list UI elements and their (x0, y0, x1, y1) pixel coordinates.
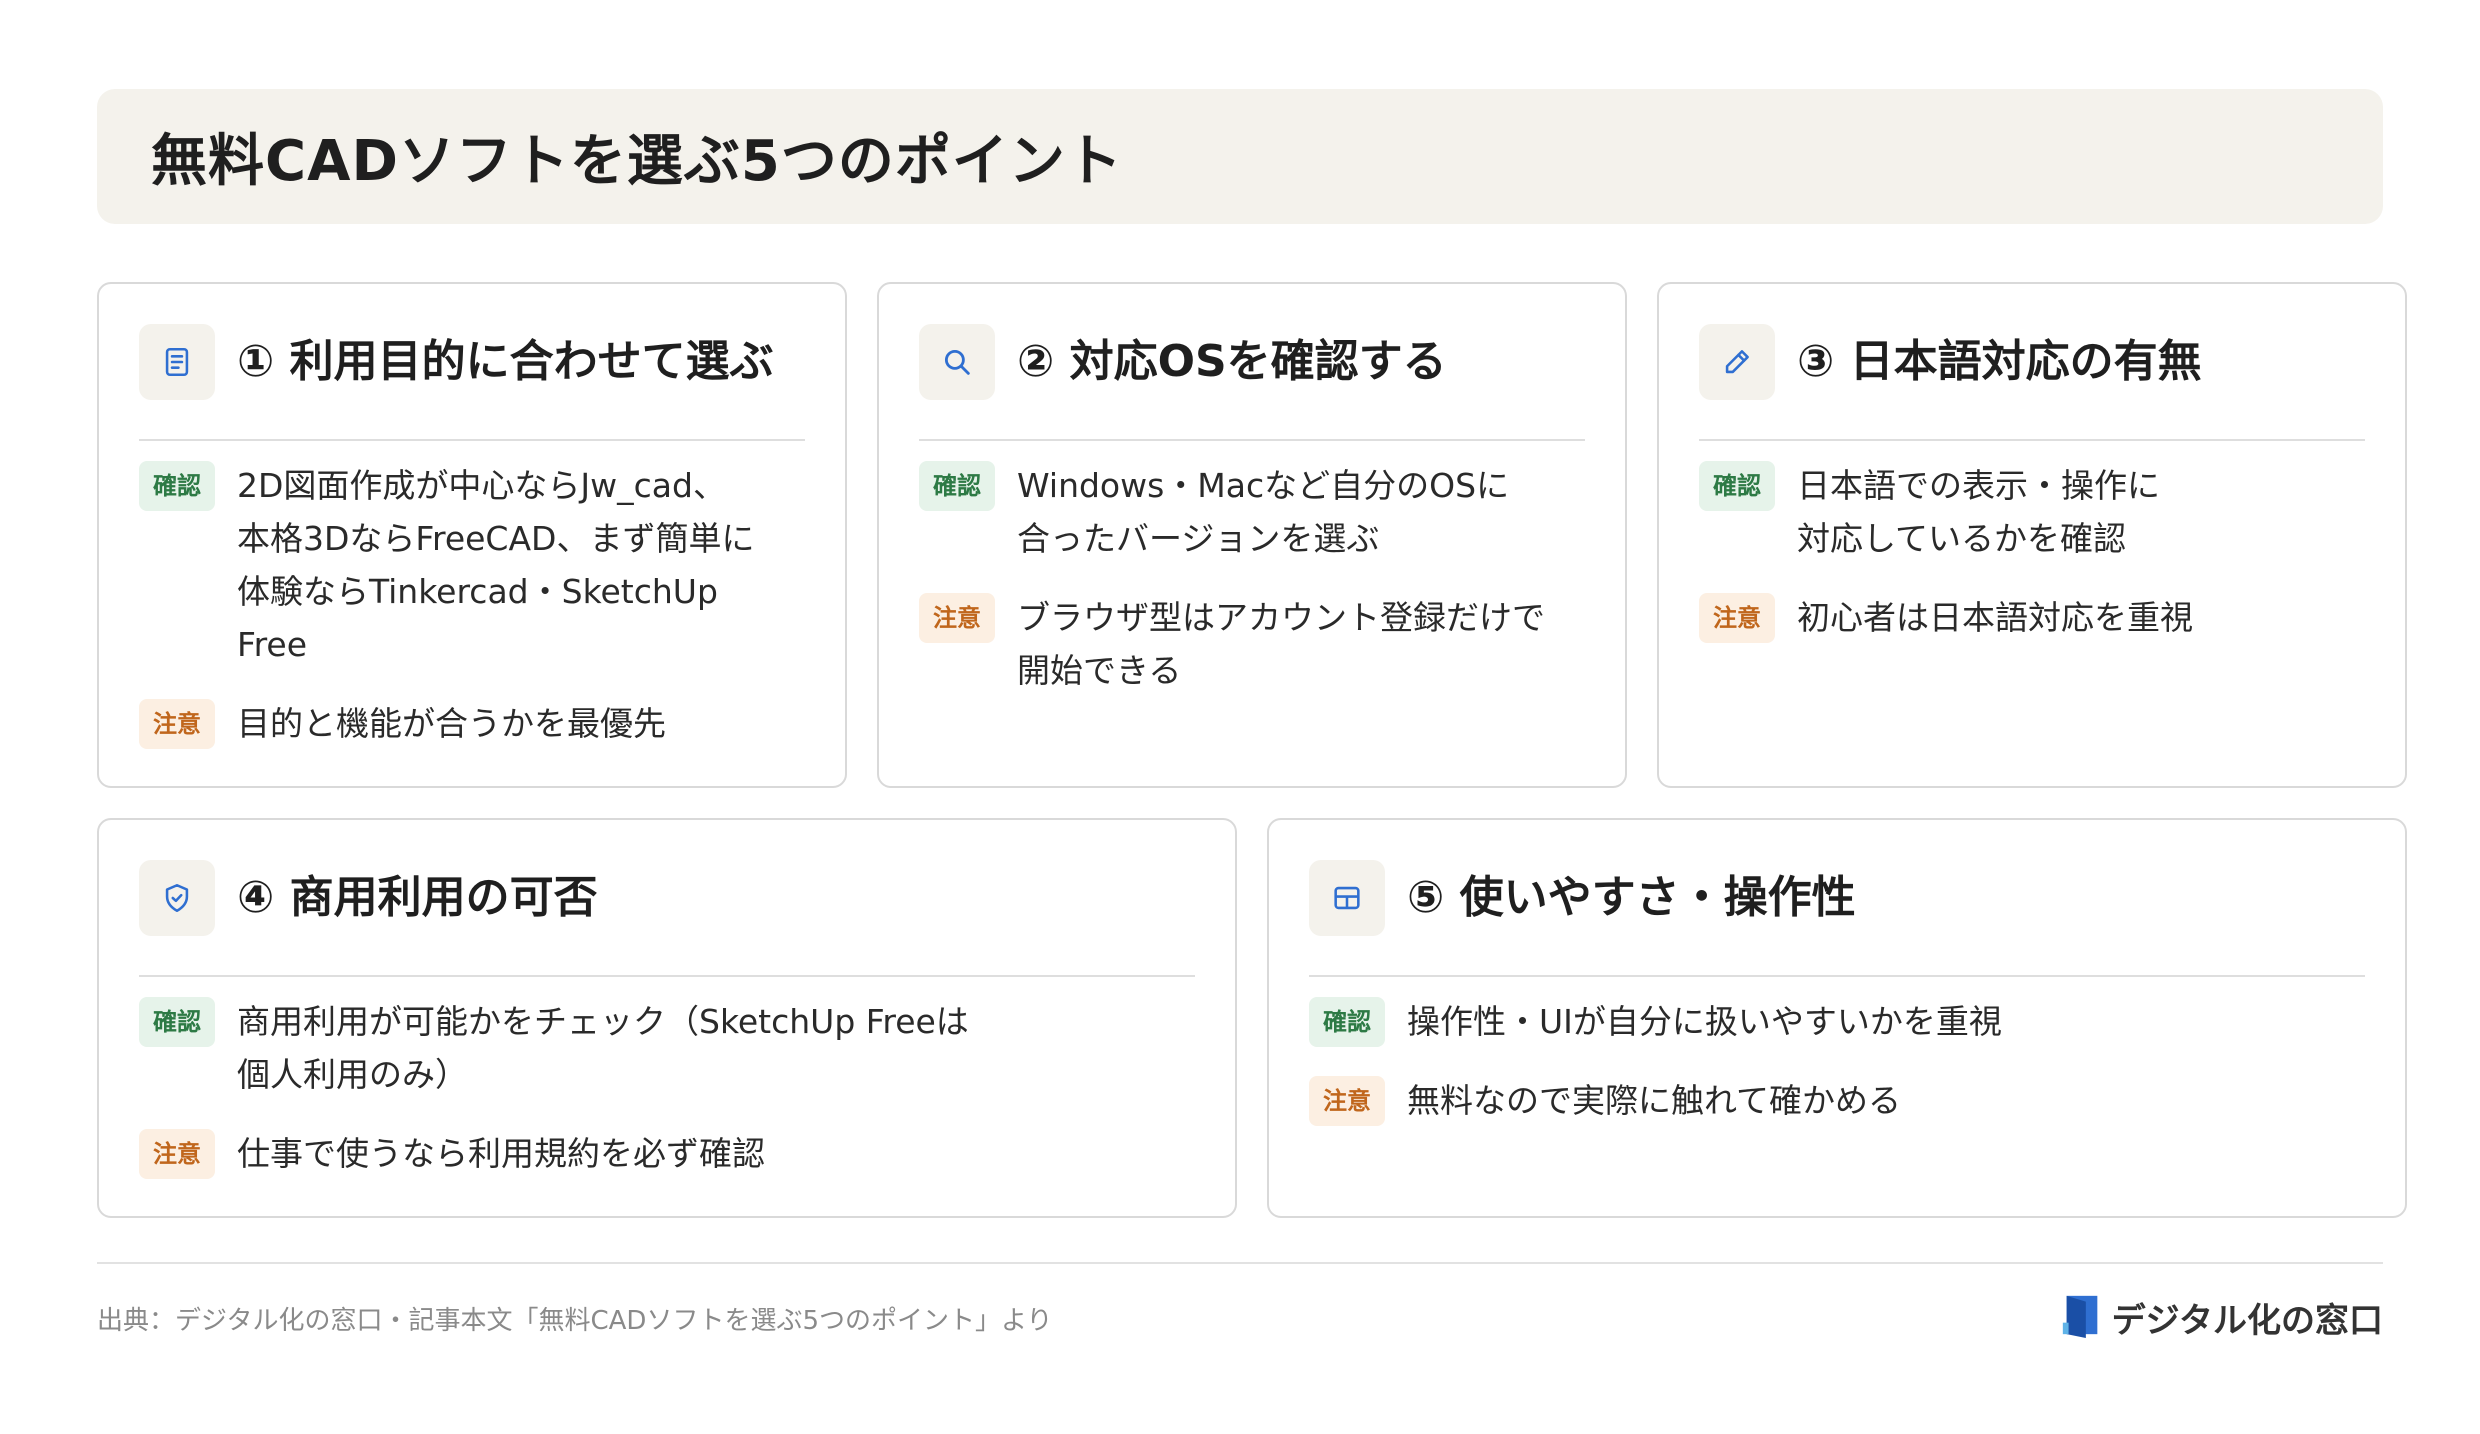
caution-text: 目的と機能が合うかを最優先 (237, 704, 666, 743)
point-card-purpose: ① 利用目的に合わせて選ぶ 確認 2D図面作成が中心ならJw_cad、 本格3D… (97, 282, 847, 788)
point-card-commercial: ④ 商用利用の可否 確認 商用利用が可能かをチェック（SketchUp Free… (97, 818, 1237, 1218)
confirm-badge: 確認 (139, 461, 215, 511)
confirm-row: 確認 Windows・Macなど自分のOSに 合ったバージョンを選ぶ (919, 459, 1595, 565)
caution-badge: 注意 (1309, 1076, 1385, 1126)
confirm-badge: 確認 (1309, 997, 1385, 1047)
confirm-text: 2D図面作成が中心ならJw_cad、 本格3DならFreeCAD、まず簡単に 体… (237, 466, 755, 664)
confirm-row: 確認 2D図面作成が中心ならJw_cad、 本格3DならFreeCAD、まず簡単… (139, 459, 815, 671)
caution-badge: 注意 (919, 593, 995, 643)
caution-row: 注意 仕事で使うなら利用規約を必ず確認 (139, 1127, 1205, 1180)
caution-badge: 注意 (139, 1129, 215, 1179)
confirm-text: 商用利用が可能かをチェック（SketchUp Freeは 個人利用のみ） (237, 1002, 969, 1094)
confirm-row: 確認 操作性・UIが自分に扱いやすいかを重視 (1309, 995, 2375, 1048)
confirm-badge: 確認 (919, 461, 995, 511)
card-header: ④ 商用利用の可否 (139, 860, 1195, 977)
caution-row: 注意 無料なので実際に触れて確かめる (1309, 1074, 2375, 1127)
footer-divider (97, 1262, 2383, 1264)
caution-text: 無料なので実際に触れて確かめる (1407, 1081, 1902, 1120)
search-icon (919, 324, 995, 400)
point-card-usability: ⑤ 使いやすさ・操作性 確認 操作性・UIが自分に扱いやすいかを重視 注意 無料… (1267, 818, 2407, 1218)
card-title: ⑤ 使いやすさ・操作性 (1407, 872, 1856, 923)
card-title: ④ 商用利用の可否 (237, 872, 598, 923)
caution-text: 仕事で使うなら利用規約を必ず確認 (237, 1134, 765, 1173)
card-title: ② 対応OSを確認する (1017, 336, 1447, 387)
confirm-badge: 確認 (139, 997, 215, 1047)
confirm-text: Windows・Macなど自分のOSに 合ったバージョンを選ぶ (1017, 466, 1510, 558)
caution-row: 注意 初心者は日本語対応を重視 (1699, 591, 2375, 644)
card-header: ③ 日本語対応の有無 (1699, 324, 2365, 441)
layout-grid-icon (1309, 860, 1385, 936)
brand-logo: デジタル化の窓口 (2062, 1292, 2383, 1342)
title-banner: 無料CADソフトを選ぶ5つのポイント (97, 89, 2383, 224)
card-title: ③ 日本語対応の有無 (1797, 336, 2202, 387)
brand-name: デジタル化の窓口 (2111, 1300, 2383, 1341)
shield-check-icon (139, 860, 215, 936)
caution-badge: 注意 (1699, 593, 1775, 643)
card-header: ① 利用目的に合わせて選ぶ (139, 324, 805, 441)
door-logo-icon (2062, 1292, 2102, 1342)
caution-row: 注意 目的と機能が合うかを最優先 (139, 697, 815, 750)
confirm-row: 確認 商用利用が可能かをチェック（SketchUp Freeは 個人利用のみ） (139, 995, 1205, 1101)
card-title: ① 利用目的に合わせて選ぶ (237, 336, 774, 387)
caution-badge: 注意 (139, 699, 215, 749)
point-card-japanese: ③ 日本語対応の有無 確認 日本語での表示・操作に 対応しているかを確認 注意 … (1657, 282, 2407, 788)
confirm-badge: 確認 (1699, 461, 1775, 511)
source-citation: 出典：デジタル化の窓口・記事本文「無料CADソフトを選ぶ5つのポイント」より (97, 1306, 1053, 1336)
caution-row: 注意 ブラウザ型はアカウント登録だけで 開始できる (919, 591, 1595, 697)
card-header: ② 対応OSを確認する (919, 324, 1585, 441)
pencil-icon (1699, 324, 1775, 400)
document-icon (139, 324, 215, 400)
card-header: ⑤ 使いやすさ・操作性 (1309, 860, 2365, 977)
page-title: 無料CADソフトを選ぶ5つのポイント (151, 129, 1123, 194)
caution-text: 初心者は日本語対応を重視 (1797, 598, 2193, 637)
confirm-text: 日本語での表示・操作に 対応しているかを確認 (1797, 466, 2160, 558)
caution-text: ブラウザ型はアカウント登録だけで 開始できる (1017, 598, 1545, 690)
point-card-os: ② 対応OSを確認する 確認 Windows・Macなど自分のOSに 合ったバー… (877, 282, 1627, 788)
confirm-row: 確認 日本語での表示・操作に 対応しているかを確認 (1699, 459, 2375, 565)
confirm-text: 操作性・UIが自分に扱いやすいかを重視 (1407, 1002, 2002, 1041)
